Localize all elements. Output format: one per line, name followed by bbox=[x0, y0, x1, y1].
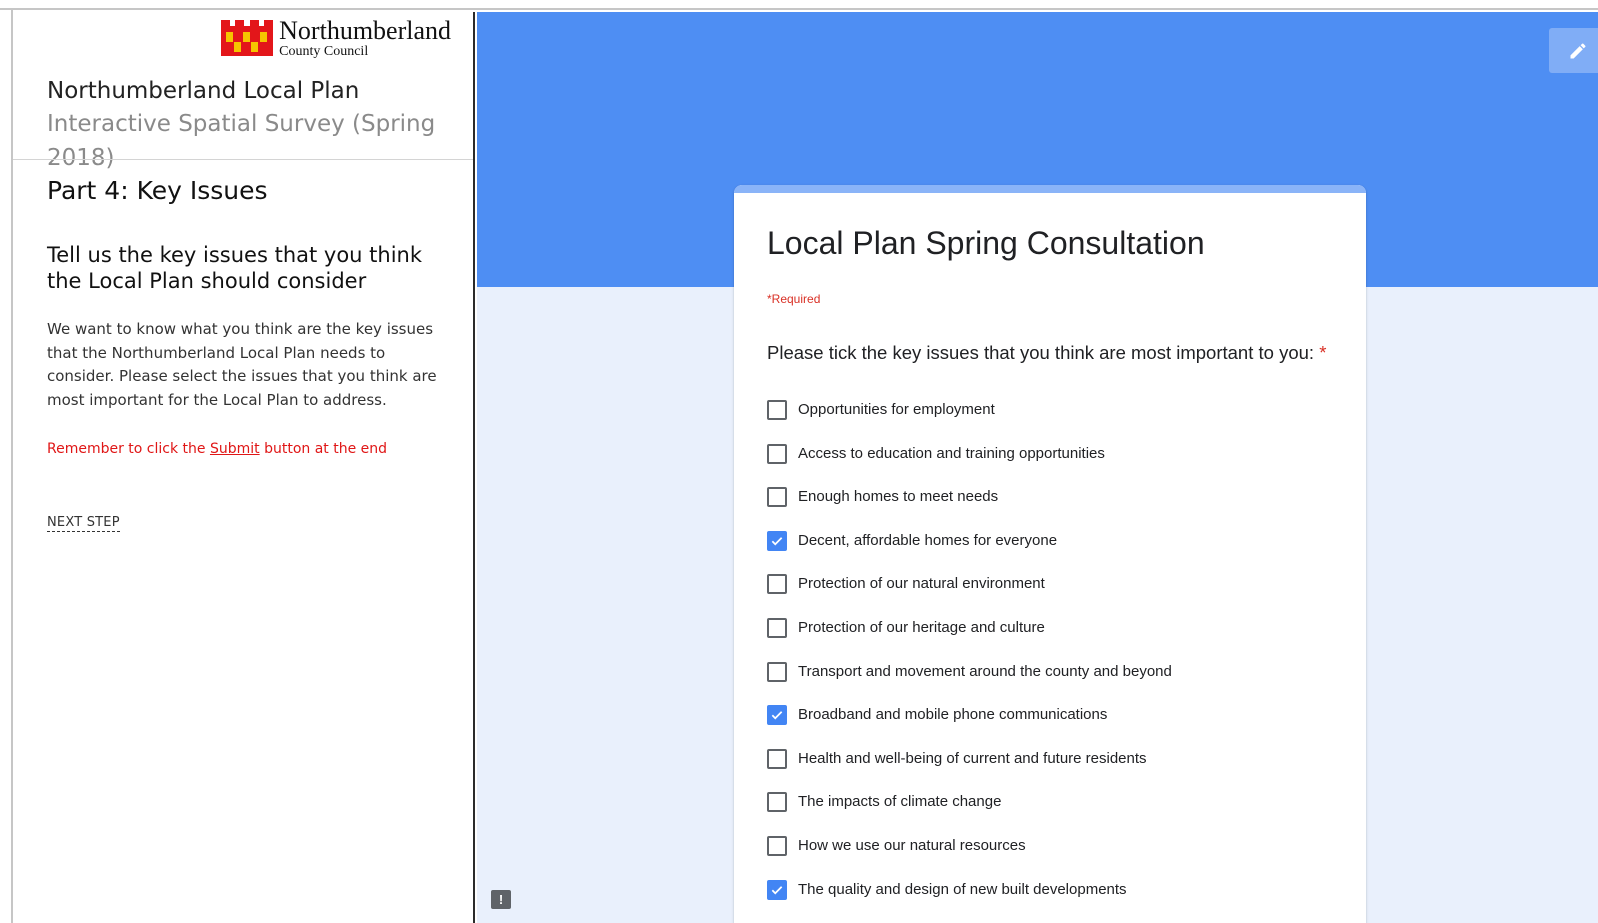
checkbox-label: Decent, affordable homes for everyone bbox=[798, 531, 1058, 549]
checkbox-unchecked[interactable] bbox=[767, 487, 787, 508]
next-step-button[interactable]: NEXT STEP bbox=[47, 515, 120, 532]
checkbox-option[interactable]: Transport and movement around the county… bbox=[767, 661, 1347, 706]
checkbox-option[interactable]: Access to education and training opportu… bbox=[767, 443, 1347, 488]
checkbox-option[interactable]: Broadband and mobile phone communication… bbox=[767, 705, 1347, 749]
checkbox-option[interactable]: How we use our natural resources bbox=[767, 835, 1347, 880]
submit-link[interactable]: Submit bbox=[210, 441, 260, 457]
app-subtitle: Interactive Spatial Survey (Spring 2018) bbox=[47, 111, 436, 171]
app-title: Northumberland Local Plan bbox=[47, 78, 360, 104]
checkmark-icon bbox=[771, 711, 783, 720]
survey-sidebar: Northumberland County Council Northumber… bbox=[13, 12, 475, 923]
checkmark-icon bbox=[771, 536, 783, 546]
checkbox-options: Opportunities for employment Access to ed… bbox=[767, 400, 1347, 923]
checkbox-option[interactable]: Health and well-being of current and fut… bbox=[767, 748, 1347, 793]
checkbox-unchecked[interactable] bbox=[767, 617, 787, 638]
form-card-accent bbox=[734, 185, 1366, 193]
feedback-button[interactable]: ! bbox=[491, 890, 511, 909]
checkbox-label: Protection of our heritage and culture bbox=[798, 618, 1045, 636]
checkbox-option[interactable]: Decent, affordable homes for everyone bbox=[767, 530, 1347, 575]
checkbox-checked[interactable] bbox=[767, 530, 787, 551]
checkbox-label: Enough homes to meet needs bbox=[798, 488, 999, 506]
feedback-icon: ! bbox=[498, 892, 504, 907]
form-title: Local Plan Spring Consultation bbox=[767, 225, 1205, 261]
council-wordmark: Northumberland County Council bbox=[279, 15, 451, 59]
question-text: Please tick the key issues that you thin… bbox=[767, 340, 1347, 366]
council-crest-icon bbox=[221, 20, 274, 56]
checkbox-unchecked[interactable] bbox=[767, 748, 787, 769]
checkbox-label: Transport and movement around the county… bbox=[798, 662, 1172, 680]
checkbox-label: Access to education and training opportu… bbox=[798, 444, 1105, 462]
checkbox-label: The quality and design of new built deve… bbox=[798, 880, 1127, 898]
checkbox-label: Health and well-being of current and fut… bbox=[798, 749, 1147, 767]
form-area: Local Plan Spring Consultation *Required… bbox=[477, 12, 1598, 923]
checkbox-label: Opportunities for employment bbox=[798, 401, 995, 418]
part-title: Part 4: Key Issues bbox=[47, 176, 268, 205]
browser-frame: Northumberland County Council Northumber… bbox=[0, 0, 1598, 923]
checkbox-unchecked[interactable] bbox=[767, 661, 787, 682]
checkbox-option[interactable]: Protection of our heritage and culture bbox=[767, 617, 1347, 662]
checkbox-checked[interactable] bbox=[767, 705, 787, 726]
question-label: Please tick the key issues that you thin… bbox=[767, 342, 1315, 363]
section-heading: Tell us the key issues that you think th… bbox=[47, 243, 423, 293]
pencil-icon bbox=[1570, 42, 1586, 58]
checkbox-checked[interactable] bbox=[767, 879, 787, 900]
checkbox-label: Protection of our natural environment bbox=[798, 575, 1045, 593]
required-asterisk: * bbox=[1319, 342, 1327, 363]
logo-name: Northumberland bbox=[279, 15, 451, 45]
checkbox-unchecked[interactable] bbox=[767, 574, 787, 595]
checkbox-option[interactable]: The impacts of climate change bbox=[767, 792, 1347, 836]
checkbox-unchecked[interactable] bbox=[767, 835, 787, 856]
checkbox-unchecked[interactable] bbox=[767, 400, 787, 420]
sidebar-divider bbox=[13, 159, 473, 160]
checkbox-option[interactable]: Protection of our natural environment bbox=[767, 574, 1347, 618]
checkmark-icon bbox=[771, 885, 783, 894]
reminder-prefix: Remember to click the bbox=[47, 441, 210, 457]
checkbox-label: The impacts of climate change bbox=[798, 793, 1002, 811]
submit-reminder: Remember to click the Submit button at t… bbox=[47, 441, 387, 457]
checkbox-label: How we use our natural resources bbox=[798, 836, 1026, 854]
checkbox-unchecked[interactable] bbox=[767, 443, 787, 464]
checkbox-unchecked[interactable] bbox=[767, 792, 787, 813]
checkbox-label: Broadband and mobile phone communication… bbox=[798, 706, 1108, 724]
window-top-border bbox=[0, 0, 1598, 10]
council-logo[interactable]: Northumberland County Council bbox=[221, 15, 451, 59]
required-note: *Required bbox=[767, 292, 821, 306]
edit-button[interactable] bbox=[1549, 28, 1598, 73]
form-card: Local Plan Spring Consultation *Required… bbox=[734, 185, 1366, 923]
checkbox-option[interactable]: The quality and design of new built deve… bbox=[767, 879, 1347, 923]
logo-subtitle: County Council bbox=[279, 43, 369, 59]
reminder-suffix: button at the end bbox=[259, 441, 388, 457]
intro-text: We want to know what you think are the k… bbox=[47, 320, 437, 409]
checkbox-option[interactable]: Opportunities for employment bbox=[767, 400, 1347, 444]
checkbox-option[interactable]: Enough homes to meet needs bbox=[767, 487, 1347, 531]
